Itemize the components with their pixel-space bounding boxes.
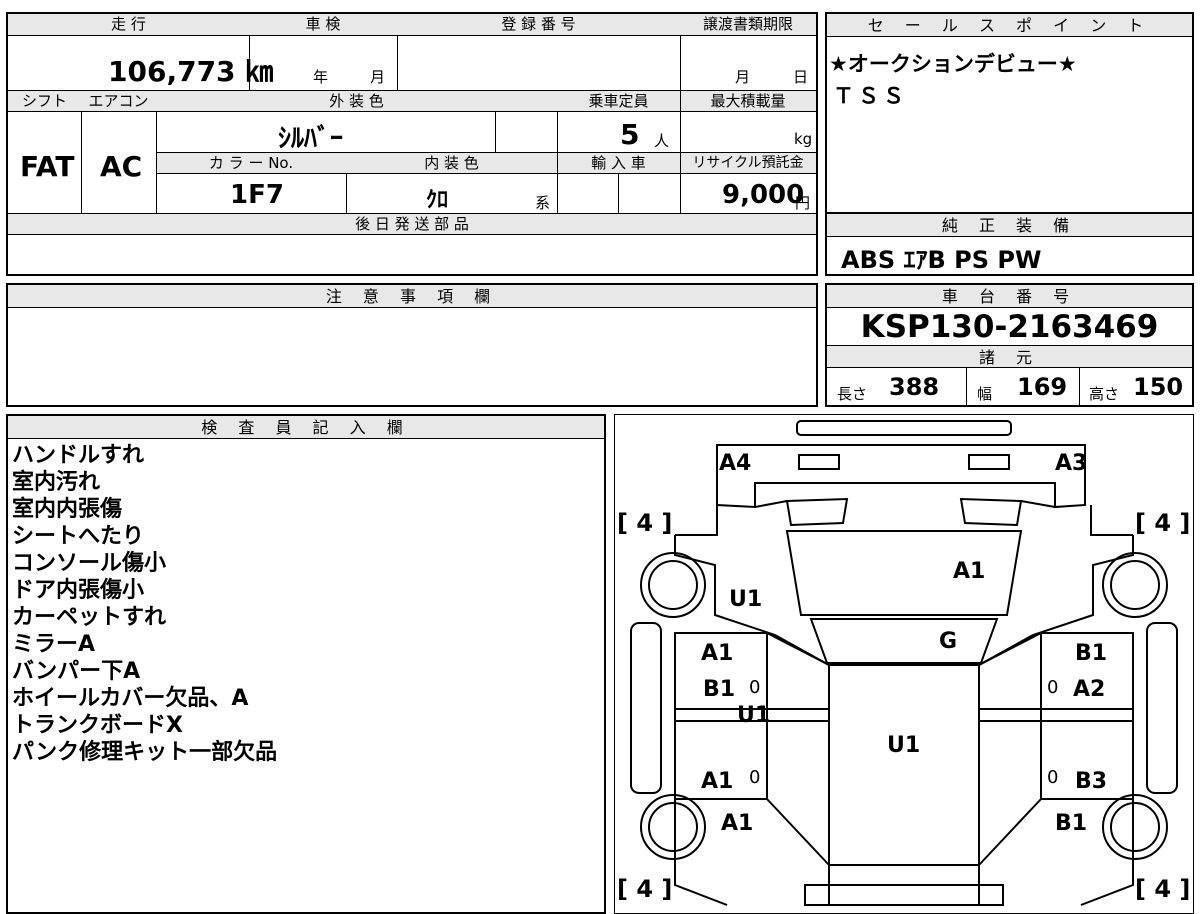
- inspector-note: ミラーA: [12, 632, 96, 657]
- vehicle-diagram: [ 4 ] [ 4 ] [ 4 ] [ 4 ] A4 A3 A1 U1 G A1…: [614, 414, 1194, 914]
- exterior-label: 外 装 色: [156, 90, 557, 112]
- damage-mark: B1: [703, 677, 736, 702]
- interior-suffix: 系: [535, 194, 551, 212]
- registration-label: 登 録 番 号: [397, 14, 680, 36]
- notes-label: 注 意 事 項 欄: [8, 285, 816, 308]
- color-no-value: 1F7: [230, 180, 284, 210]
- transfer-label: 譲渡書類期限: [680, 14, 816, 36]
- height-value: 150: [1133, 373, 1184, 401]
- damage-mark: G: [939, 629, 958, 654]
- inspector-note: 室内内張傷: [12, 497, 123, 522]
- damage-mark: A1: [701, 641, 734, 666]
- interior-value: ｸﾛ: [426, 188, 449, 213]
- dims-label: 諸 元: [827, 345, 1192, 368]
- damage-mark: A1: [721, 811, 754, 836]
- inspector-label: 検 査 員 記 入 欄: [8, 416, 604, 439]
- inspection-label: 車 検: [249, 14, 397, 36]
- equipment-value: ABS ｴｱB PS PW: [841, 246, 1042, 274]
- damage-mark: A3: [1055, 451, 1088, 476]
- damage-mark: U1: [729, 587, 763, 612]
- equipment-box: 純 正 装 備 ABS ｴｱB PS PW: [825, 212, 1194, 276]
- recycle-label: リサイクル預託金: [680, 152, 816, 174]
- later-parts-label: 後 日 発 送 部 品: [8, 213, 816, 235]
- damage-mark: 0: [1047, 677, 1059, 698]
- capacity-label: 乗車定員: [557, 90, 680, 112]
- tire-tread-front-left: [ 4 ]: [617, 509, 673, 537]
- inspector-note: バンパー下A: [12, 659, 141, 684]
- ac-value: AC: [100, 150, 143, 183]
- spec-table: 走 行 車 検 登 録 番 号 譲渡書類期限 106,773 ㎞ 年 月 月 日…: [6, 12, 818, 276]
- sales-point-line: ＴＳＳ: [833, 84, 908, 108]
- damage-mark: B1: [1075, 641, 1108, 666]
- maxload-label: 最大積載量: [680, 90, 816, 112]
- sales-point-label: セ ー ル ス ポ イ ン ト: [827, 14, 1192, 37]
- inspection-year: 年: [313, 68, 329, 86]
- recycle-value: 9,000: [722, 180, 805, 210]
- capacity-unit: 人: [654, 132, 670, 150]
- inspector-note: ドア内張傷小: [12, 578, 145, 603]
- notes-box: 注 意 事 項 欄: [6, 283, 818, 407]
- inspector-note: 室内汚れ: [12, 470, 101, 495]
- inspector-box: 検 査 員 記 入 欄 ハンドルすれ 室内汚れ 室内内張傷 シートへたり コンソ…: [6, 414, 606, 914]
- damage-mark: B3: [1075, 769, 1108, 794]
- inspector-note: パンク修理キット一部欠品: [12, 740, 278, 765]
- color-no-label: カ ラ ー No.: [156, 152, 346, 174]
- chassis-box: 車 台 番 号 KSP130-2163469 諸 元 長さ 388 幅 169 …: [825, 283, 1194, 407]
- maxload-unit: kg: [794, 130, 813, 148]
- damage-mark: 0: [1047, 767, 1059, 788]
- width-value: 169: [1017, 373, 1068, 401]
- inspector-note: ハンドルすれ: [12, 443, 145, 468]
- damage-mark: A1: [953, 559, 986, 584]
- interior-label: 内 装 色: [346, 152, 557, 174]
- inspector-note: ホイールカバー欠品、A: [12, 686, 249, 711]
- sales-point-line: ★オークションデビュー★: [829, 52, 1077, 76]
- import-label: 輸 入 車: [557, 152, 680, 174]
- shift-label: シフト: [8, 90, 81, 112]
- mileage-label: 走 行: [8, 14, 249, 36]
- damage-mark: A1: [701, 769, 734, 794]
- chassis-number: KSP130-2163469: [860, 309, 1159, 345]
- chassis-label: 車 台 番 号: [827, 285, 1192, 308]
- height-label: 高さ: [1089, 385, 1120, 403]
- ac-label: エアコン: [81, 90, 156, 112]
- inspection-month: 月: [370, 68, 386, 86]
- tire-tread-rear-left: [ 4 ]: [617, 875, 673, 903]
- damage-mark: A4: [719, 451, 752, 476]
- damage-mark: U1: [737, 703, 771, 728]
- damage-mark: 0: [749, 677, 761, 698]
- sales-point-box: セ ー ル ス ポ イ ン ト ★オークションデビュー★ ＴＳＳ: [825, 12, 1194, 214]
- capacity-value: 5: [620, 118, 640, 151]
- damage-mark: U1: [887, 733, 921, 758]
- inspector-note: カーペットすれ: [12, 605, 167, 630]
- inspector-note: コンソール傷小: [12, 551, 167, 576]
- exterior-value: ｼﾙﾊﾞｰ: [278, 124, 344, 154]
- inspector-note: シートへたり: [12, 524, 145, 549]
- recycle-unit: 円: [795, 194, 811, 212]
- inspector-note: トランクボードX: [12, 713, 183, 738]
- shift-value: FAT: [20, 150, 75, 183]
- length-value: 388: [889, 373, 940, 401]
- transfer-month: 月: [735, 68, 751, 86]
- damage-mark: 0: [749, 767, 761, 788]
- tire-tread-rear-right: [ 4 ]: [1135, 875, 1191, 903]
- width-label: 幅: [977, 385, 993, 403]
- damage-mark: B1: [1055, 811, 1088, 836]
- equipment-label: 純 正 装 備: [827, 214, 1192, 237]
- length-label: 長さ: [837, 385, 868, 403]
- transfer-day: 日: [793, 68, 809, 86]
- tire-tread-front-right: [ 4 ]: [1135, 509, 1191, 537]
- damage-mark: A2: [1073, 677, 1106, 702]
